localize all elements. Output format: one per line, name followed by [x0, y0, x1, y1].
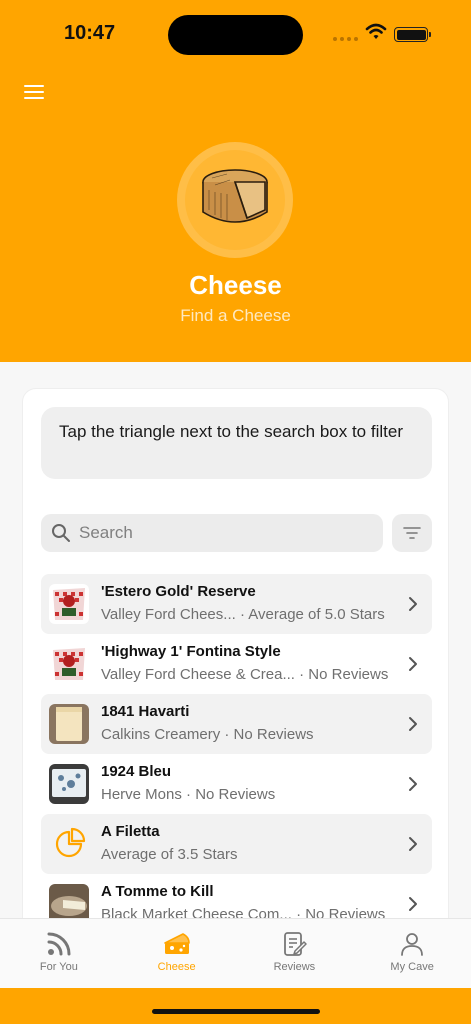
havarti-block-thumb	[49, 704, 89, 744]
chevron-right-icon	[409, 657, 417, 671]
page-subtitle: Find a Cheese	[180, 306, 291, 325]
battery-tip	[429, 32, 431, 37]
cheese-name: 'Estero Gold' Reserve	[101, 583, 256, 600]
chevron-right-icon	[409, 837, 417, 851]
tab-for-you[interactable]: For You	[0, 919, 118, 988]
package-red-thumb	[49, 584, 89, 624]
search-placeholder: Search	[79, 523, 133, 542]
search-icon	[52, 524, 70, 542]
package-red-thumb	[49, 644, 89, 684]
status-time: 10:47	[64, 22, 116, 44]
rss-feed-icon	[47, 932, 71, 956]
cheese-row[interactable]: 1841 Havarti Calkins Creamery · No Revie…	[41, 694, 432, 754]
bottom-strip	[0, 988, 471, 1024]
cheese-subtitle: Valley Ford Chees... · Average of 5.0 St…	[101, 606, 385, 623]
chevron-right-icon	[409, 717, 417, 731]
signal-icon	[333, 37, 358, 41]
cheese-list: 'Estero Gold' Reserve Valley Ford Chees.…	[41, 574, 432, 934]
cheese-icon	[163, 933, 190, 954]
cheese-name: A Filetta	[101, 823, 160, 840]
tab-bar: For You Cheese Reviews My Cave	[0, 918, 471, 988]
wifi-icon	[365, 23, 387, 39]
tab-reviews[interactable]: Reviews	[236, 919, 354, 988]
header: 10:47 Cheese Find a Cheese	[0, 0, 471, 362]
cheese-name: 1841 Havarti	[101, 703, 190, 720]
cheese-name: 'Highway 1' Fontina Style	[101, 643, 281, 660]
chevron-right-icon	[409, 897, 417, 911]
cheese-row[interactable]: A Filetta Average of 3.5 Stars	[41, 814, 432, 874]
chevron-right-icon	[409, 777, 417, 791]
cheese-name: 1924 Bleu	[101, 763, 172, 780]
cheese-subtitle: Valley Ford Cheese & Crea... · No Review…	[101, 666, 389, 683]
home-indicator[interactable]	[152, 1009, 320, 1014]
reviews-icon	[284, 932, 308, 956]
cheese-name: A Tomme to Kill	[101, 883, 214, 900]
menu-button[interactable]	[22, 82, 48, 104]
cheese-logo	[177, 142, 293, 258]
tab-cheese[interactable]: Cheese	[118, 919, 236, 988]
battery-icon	[394, 27, 428, 42]
cheese-subtitle: Calkins Creamery · No Reviews	[101, 726, 314, 743]
cheese-row[interactable]: 1924 Bleu Herve Mons · No Reviews	[41, 754, 432, 814]
search-input[interactable]: Search	[41, 514, 383, 552]
tab-label: Cheese	[157, 961, 196, 973]
dynamic-island	[168, 15, 303, 55]
cheese-row[interactable]: 'Highway 1' Fontina Style Valley Ford Ch…	[41, 634, 432, 694]
cheese-wheel-icon	[202, 169, 268, 223]
chevron-right-icon	[409, 597, 417, 611]
cheese-card: Tap the triangle next to the search box …	[22, 388, 449, 948]
cheese-subtitle: Average of 3.5 Stars	[101, 846, 238, 863]
cheese-subtitle: Herve Mons · No Reviews	[101, 786, 276, 803]
filter-icon	[403, 527, 421, 539]
tab-my-cave[interactable]: My Cave	[353, 919, 471, 988]
blue-cheese-thumb	[49, 764, 89, 804]
filter-button[interactable]	[392, 514, 432, 552]
cheese-wedge-icon	[49, 824, 89, 864]
cheese-row[interactable]: 'Estero Gold' Reserve Valley Ford Chees.…	[41, 574, 432, 634]
page-title: Cheese	[189, 270, 282, 300]
tab-label: For You	[39, 961, 78, 973]
filter-tip: Tap the triangle next to the search box …	[41, 407, 432, 479]
person-icon	[401, 933, 424, 956]
tab-label: Reviews	[273, 961, 316, 973]
tab-label: My Cave	[390, 961, 434, 973]
